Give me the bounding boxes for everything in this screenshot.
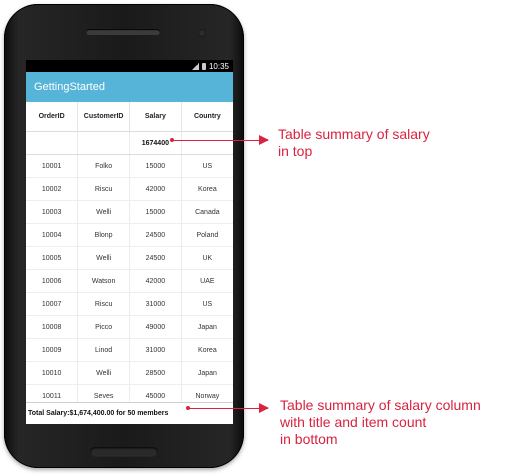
stage: 10:35 GettingStarted OrderID CustomerID … xyxy=(0,0,517,476)
annotation-bottom-line-3: in bottom xyxy=(280,431,338,447)
column-header-salary[interactable]: Salary xyxy=(129,102,182,132)
salary-summary-bottom: Total Salary:$1,674,400.00 for 50 member… xyxy=(28,410,169,417)
cell-customerid: Blonp xyxy=(77,223,130,247)
cell-country: UAE xyxy=(181,269,233,293)
cell-customerid: Folko xyxy=(77,154,130,178)
cell-salary: 24500 xyxy=(129,246,182,270)
cell-salary: 15000 xyxy=(129,154,182,178)
cell-customerid: Riscu xyxy=(77,177,130,201)
signal-icon xyxy=(191,62,199,70)
data-grid[interactable]: OrderID CustomerID Salary Country 167440… xyxy=(26,102,233,408)
cell-customerid: Picco xyxy=(77,315,130,339)
annotation-bottom-line-1: Table summary of salary column xyxy=(280,397,481,413)
cell-orderid: 10009 xyxy=(26,338,79,362)
cell-customerid: Linod xyxy=(77,338,130,362)
cell-salary: 24500 xyxy=(129,223,182,247)
table-row[interactable]: 10007 Riscu 31000 US xyxy=(26,292,233,316)
cell-country: Korea xyxy=(181,177,233,201)
cell-orderid: 10004 xyxy=(26,223,79,247)
earpiece-speaker xyxy=(86,29,160,35)
table-row[interactable]: 10001 Folko 15000 US xyxy=(26,154,233,178)
summary-cell-empty xyxy=(26,131,79,155)
column-header-country[interactable]: Country xyxy=(181,102,233,132)
cell-customerid: Welli xyxy=(77,200,130,224)
app-title: GettingStarted xyxy=(34,81,105,93)
cell-country: Poland xyxy=(181,223,233,247)
cell-orderid: 10008 xyxy=(26,315,79,339)
cell-country: Canada xyxy=(181,200,233,224)
salary-summary-top: 1674400 xyxy=(129,131,182,155)
cell-country: Korea xyxy=(181,338,233,362)
cell-customerid: Riscu xyxy=(77,292,130,316)
cell-salary: 49000 xyxy=(129,315,182,339)
cell-salary: 31000 xyxy=(129,338,182,362)
table-row[interactable]: 10010 Welli 28500 Japan xyxy=(26,361,233,385)
front-camera xyxy=(198,29,206,37)
cell-orderid: 10002 xyxy=(26,177,79,201)
phone-screen: 10:35 GettingStarted OrderID CustomerID … xyxy=(26,60,233,424)
annotation-bottom: Table summary of salary column with titl… xyxy=(280,397,481,448)
cell-salary: 42000 xyxy=(129,269,182,293)
app-bar: GettingStarted xyxy=(26,72,233,102)
table-row[interactable]: 10003 Welli 15000 Canada xyxy=(26,200,233,224)
annotation-arrow-bottom xyxy=(186,403,269,413)
cell-orderid: 10007 xyxy=(26,292,79,316)
cell-orderid: 10010 xyxy=(26,361,79,385)
status-time: 10:35 xyxy=(208,61,229,71)
cell-orderid: 10001 xyxy=(26,154,79,178)
cell-country: US xyxy=(181,292,233,316)
cell-country: Japan xyxy=(181,315,233,339)
summary-cell-empty xyxy=(77,131,130,155)
status-bar: 10:35 xyxy=(26,60,233,72)
table-row[interactable]: 10002 Riscu 42000 Korea xyxy=(26,177,233,201)
battery-icon xyxy=(201,62,206,70)
cell-salary: 28500 xyxy=(129,361,182,385)
table-summary-top-row: 1674400 xyxy=(26,131,233,155)
annotation-top: Table summary of salary in top xyxy=(278,126,430,160)
grid-header-row: OrderID CustomerID Salary Country xyxy=(26,102,233,132)
cell-orderid: 10005 xyxy=(26,246,79,270)
column-header-customerid[interactable]: CustomerID xyxy=(77,102,130,132)
table-row[interactable]: 10006 Watson 42000 UAE xyxy=(26,269,233,293)
annotation-arrow-top xyxy=(170,135,269,145)
table-summary-bottom: Total Salary:$1,674,400.00 for 50 member… xyxy=(26,402,233,424)
summary-cell-empty xyxy=(181,131,233,155)
cell-orderid: 10006 xyxy=(26,269,79,293)
bottom-speaker xyxy=(90,447,158,457)
cell-salary: 31000 xyxy=(129,292,182,316)
cell-salary: 42000 xyxy=(129,177,182,201)
cell-salary: 15000 xyxy=(129,200,182,224)
cell-customerid: Watson xyxy=(77,269,130,293)
phone-frame: 10:35 GettingStarted OrderID CustomerID … xyxy=(4,4,244,468)
cell-orderid: 10003 xyxy=(26,200,79,224)
cell-customerid: Welli xyxy=(77,246,130,270)
cell-country: Japan xyxy=(181,361,233,385)
column-header-orderid[interactable]: OrderID xyxy=(26,102,79,132)
cell-country: US xyxy=(181,154,233,178)
annotation-bottom-line-2: with title and item count xyxy=(280,414,427,430)
cell-customerid: Welli xyxy=(77,361,130,385)
annotation-top-line-1: Table summary of salary xyxy=(278,126,430,142)
table-row[interactable]: 10009 Linod 31000 Korea xyxy=(26,338,233,362)
table-row[interactable]: 10004 Blonp 24500 Poland xyxy=(26,223,233,247)
cell-country: UK xyxy=(181,246,233,270)
annotation-top-line-2: in top xyxy=(278,143,313,159)
table-row[interactable]: 10008 Picco 49000 Japan xyxy=(26,315,233,339)
table-row[interactable]: 10005 Welli 24500 UK xyxy=(26,246,233,270)
